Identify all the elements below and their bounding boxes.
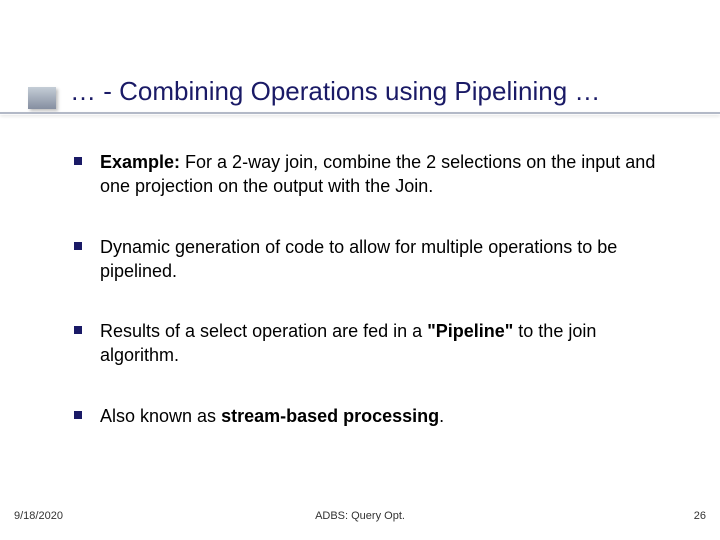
bullet-text-post: . (439, 406, 444, 426)
bullet-item: Dynamic generation of code to allow for … (66, 235, 680, 284)
bullet-bold-prefix: Example: (100, 152, 180, 172)
footer-page-number: 26 (694, 510, 706, 522)
body-content: Example: For a 2-way join, combine the 2… (66, 150, 680, 464)
bullet-bold-mid: stream-based processing (221, 406, 439, 426)
bullet-item: Also known as stream-based processing. (66, 404, 680, 428)
bullet-bold-mid: "Pipeline" (427, 321, 513, 341)
bullet-text: For a 2-way join, combine the 2 selectio… (100, 152, 655, 196)
title-area: … - Combining Operations using Pipelinin… (30, 76, 690, 107)
bullet-text: Dynamic generation of code to allow for … (100, 237, 617, 281)
bullet-item: Results of a select operation are fed in… (66, 319, 680, 368)
title-divider (0, 112, 720, 114)
footer-center: ADBS: Query Opt. (0, 510, 720, 522)
bullet-text-pre: Results of a select operation are fed in… (100, 321, 427, 341)
bullet-item: Example: For a 2-way join, combine the 2… (66, 150, 680, 199)
bullet-text-pre: Also known as (100, 406, 221, 426)
slide-title: … - Combining Operations using Pipelinin… (30, 76, 690, 107)
slide: … - Combining Operations using Pipelinin… (0, 0, 720, 540)
